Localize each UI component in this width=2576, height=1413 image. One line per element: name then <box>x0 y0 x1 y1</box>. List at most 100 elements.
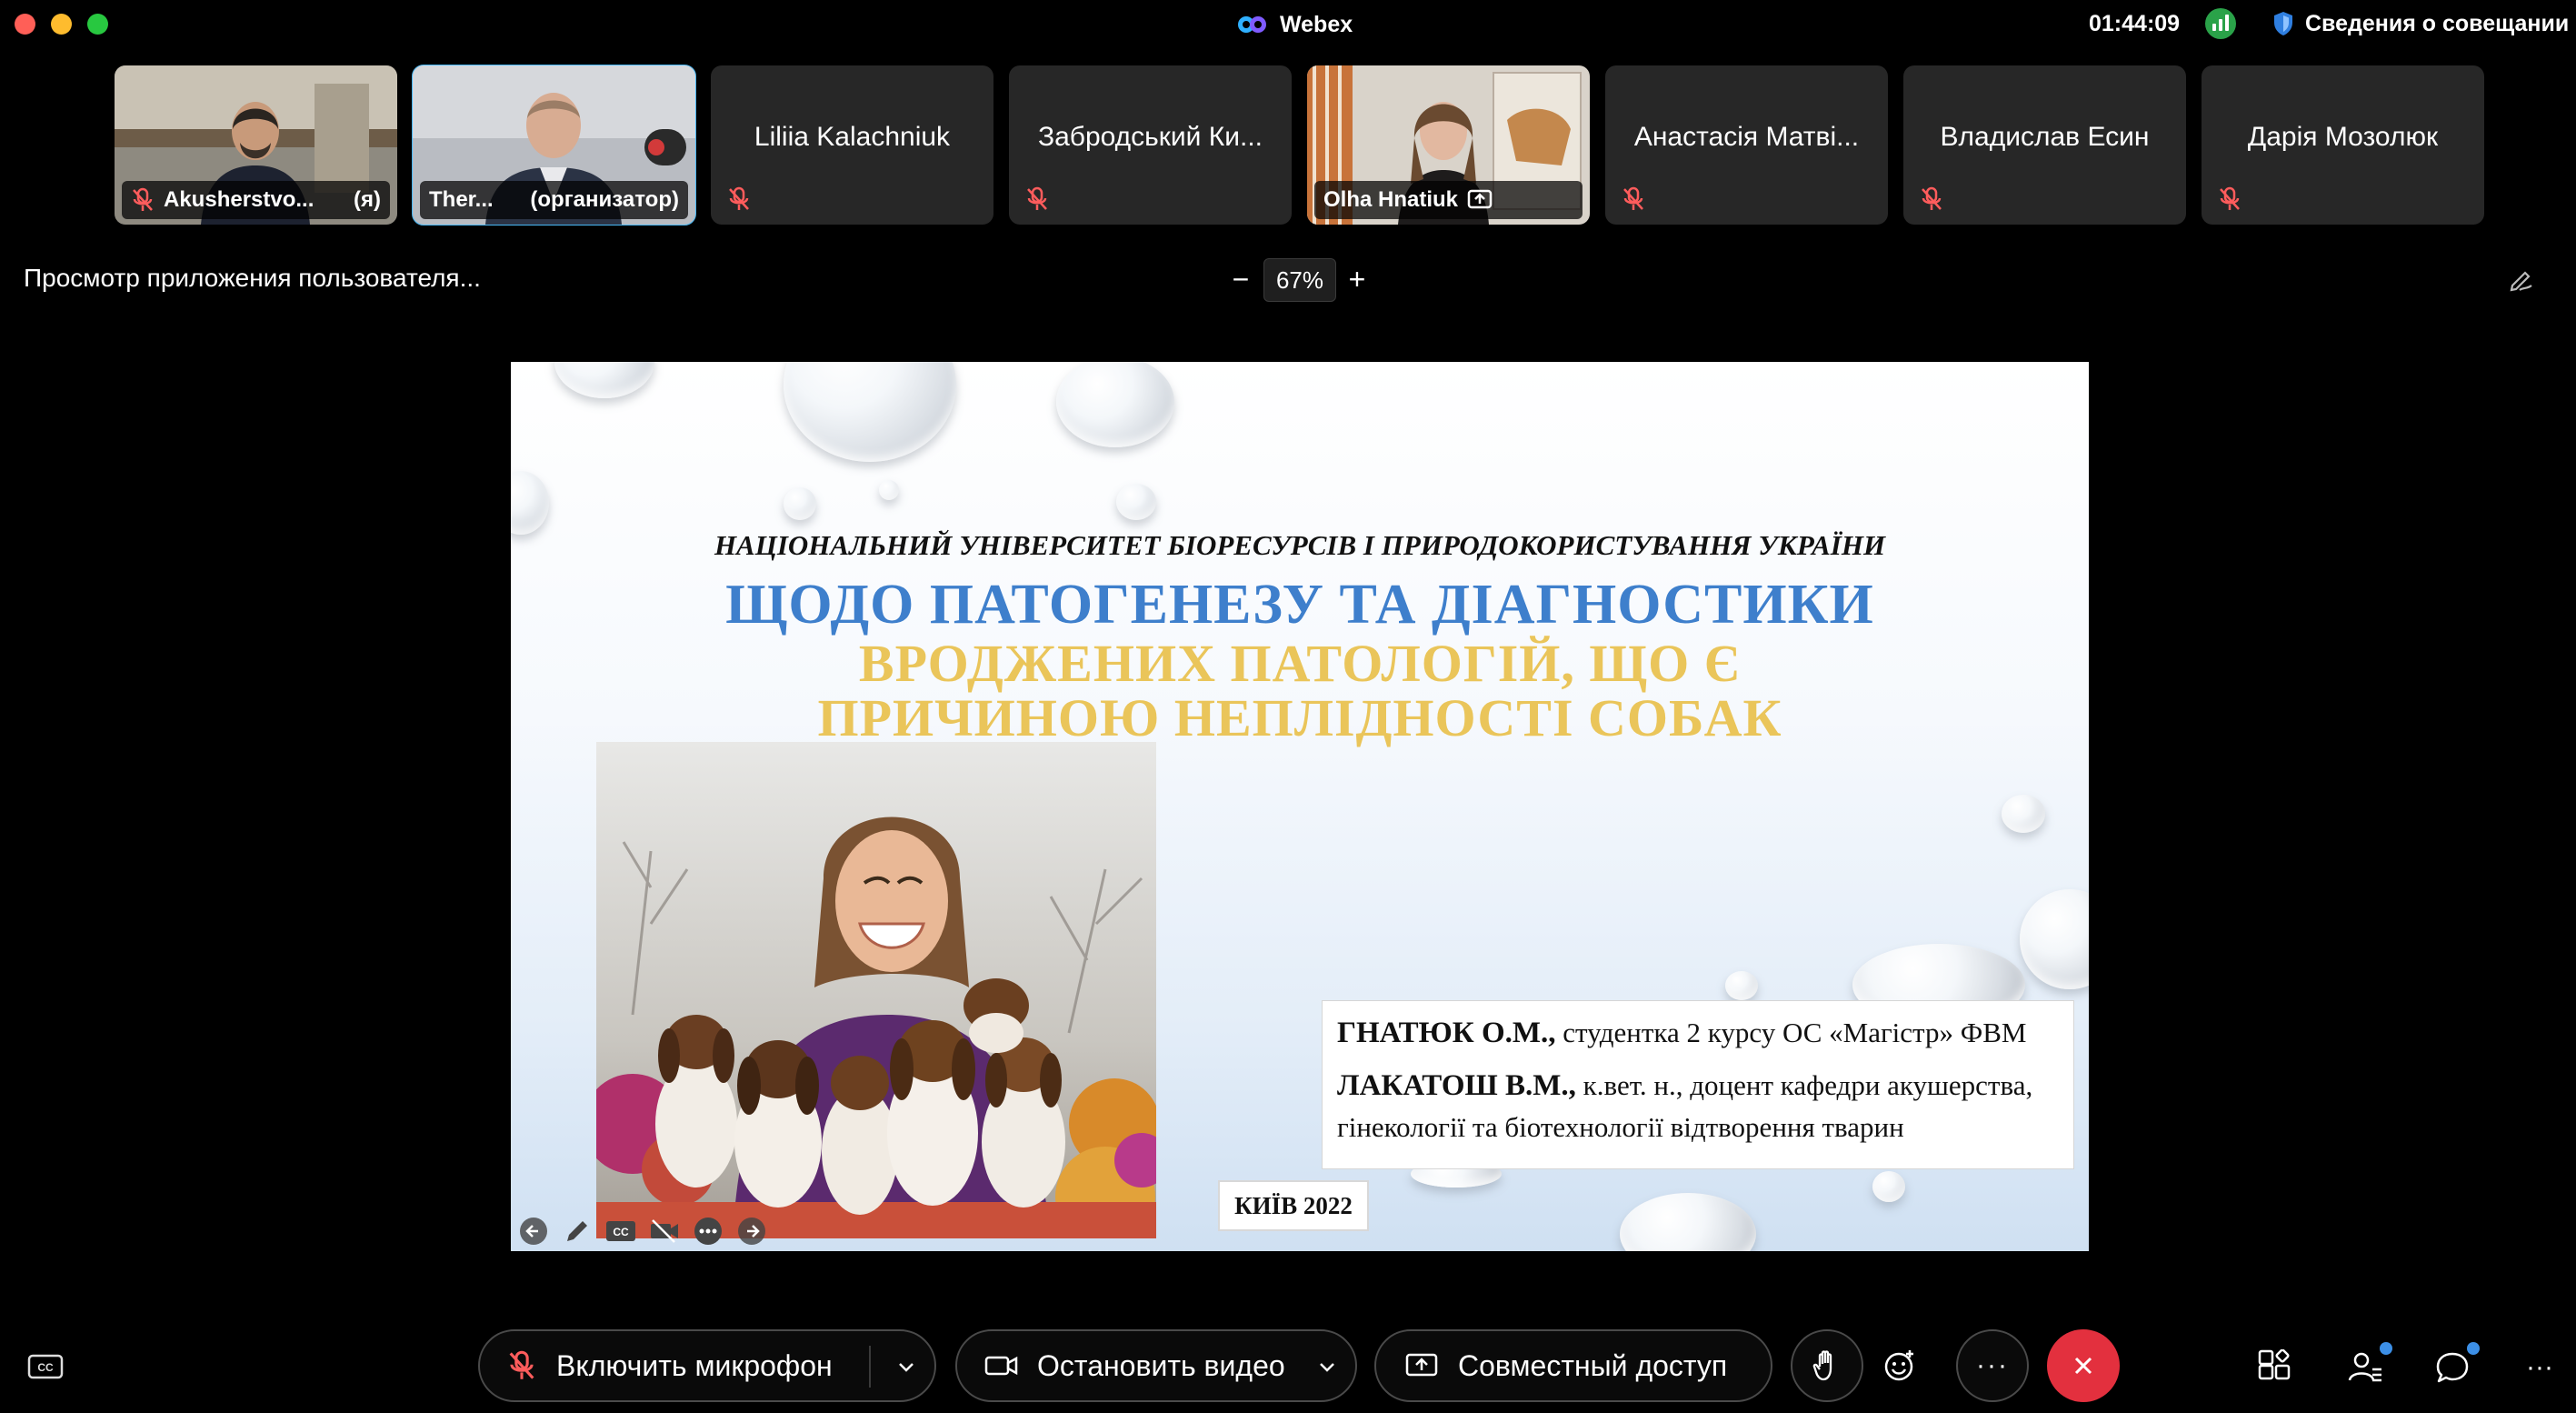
more-panels-button[interactable]: ··· <box>2518 1346 2561 1389</box>
water-drop <box>1116 484 1156 520</box>
smiley-icon <box>1884 1350 1913 1381</box>
zoom-out-button[interactable]: − <box>1225 263 1256 296</box>
participant-tile[interactable]: Liliia Kalachniuk <box>711 65 993 225</box>
participant-name: Liliia Kalachniuk <box>754 122 951 152</box>
people-icon <box>2348 1352 2381 1382</box>
chat-button[interactable] <box>2431 1342 2480 1389</box>
annotate-pen-icon[interactable] <box>2507 266 2534 293</box>
more-options-button[interactable]: ··· <box>1956 1329 2029 1402</box>
meeting-info-button[interactable]: Сведения о совещании <box>2272 7 2569 40</box>
chat-bubble-icon <box>2436 1352 2469 1383</box>
participants-button[interactable] <box>2343 1342 2392 1389</box>
close-window-button[interactable] <box>15 14 35 35</box>
svg-text:CC: CC <box>37 1361 54 1374</box>
app-name: Webex <box>1280 11 1353 37</box>
muted-mic-icon <box>509 1350 534 1379</box>
share-content-button[interactable]: Совместный доступ <box>1374 1329 1772 1402</box>
svg-text:CC: CC <box>613 1226 629 1238</box>
share-title: Просмотр приложения пользователя... <box>24 264 481 292</box>
participant-tile[interactable]: Владислав Есин <box>1903 65 2186 225</box>
zoom-level-field[interactable]: 67% <box>1263 258 1336 302</box>
next-slide-button[interactable] <box>734 1215 769 1248</box>
water-drop <box>1056 362 1174 447</box>
muted-mic-icon <box>729 186 749 210</box>
participant-strip: Akusherstvo... (я) Ther... (организатор)… <box>115 65 2484 225</box>
camera-toggle-button[interactable] <box>647 1215 682 1248</box>
window-titlebar: Webex 01:44:09 Сведения о совещании <box>0 0 2576 49</box>
water-drop <box>784 362 956 462</box>
slide-title-line2: ВРОДЖЕНИХ ПАТОЛОГІЙ, ЩО Є <box>858 634 1742 693</box>
pen-tool-button[interactable] <box>560 1215 594 1248</box>
participant-tile[interactable]: Дарія Мозолюк <box>2202 65 2484 225</box>
pill-divider <box>869 1346 871 1388</box>
participant-suffix: (я) <box>354 187 381 212</box>
shared-slide: НАЦІОНАЛЬНИЙ УНІВЕРСИТЕТ БІОРЕСУРСІВ І П… <box>511 362 2089 1251</box>
muted-mic-icon <box>1922 186 1942 210</box>
reactions-button[interactable] <box>1863 1329 1936 1402</box>
muted-mic-icon <box>1027 186 1047 210</box>
leave-meeting-button[interactable] <box>2047 1329 2120 1402</box>
share-screen-icon <box>1405 1353 1438 1377</box>
participant-tile-active[interactable]: Ther... (организатор) <box>412 65 696 225</box>
meeting-clock: 01:44:09 <box>2089 11 2181 36</box>
participant-tile[interactable]: Akusherstvo... (я) <box>115 65 397 225</box>
slide-title-line3: ПРИЧИНОЮ НЕПЛІДНОСТІ СОБАК <box>817 688 1782 747</box>
more-options-icon <box>694 1218 722 1245</box>
shield-icon <box>2274 12 2292 35</box>
apps-button[interactable] <box>2252 1346 2296 1389</box>
previous-slide-button[interactable] <box>516 1215 551 1248</box>
fullscreen-window-button[interactable] <box>87 14 108 35</box>
meeting-info-label: Сведения о совещании <box>2305 10 2570 36</box>
closed-captions-icon[interactable]: CC <box>27 1353 64 1380</box>
muted-mic-icon <box>1623 186 1643 210</box>
chevron-down-icon[interactable] <box>894 1355 918 1378</box>
participant-tile[interactable]: Забродський Ки... <box>1009 65 1292 225</box>
slide-university: НАЦІОНАЛЬНИЙ УНІВЕРСИТЕТ БІОРЕСУРСІВ І П… <box>714 529 1886 561</box>
share-button-label: Совместный доступ <box>1458 1348 1728 1382</box>
water-drop <box>1620 1193 1756 1251</box>
water-drop <box>554 362 654 398</box>
participant-namebar: Olha Hnatiuk <box>1314 181 1583 219</box>
network-signal-icon[interactable] <box>2205 8 2236 39</box>
author1-role: студентка 2 курсу ОС «Магістр» ФВМ <box>1555 1017 2027 1048</box>
water-drop <box>1872 1171 1905 1202</box>
apps-icon <box>2258 1349 2291 1380</box>
webex-logo-icon <box>1238 13 1267 36</box>
video-camera-icon <box>984 1356 1018 1376</box>
arrow-right-icon <box>738 1218 765 1245</box>
mic-button-label: Включить микрофон <box>556 1348 833 1382</box>
cc-icon: CC <box>606 1221 635 1241</box>
water-drop <box>2020 889 2089 989</box>
participant-name: Владислав Есин <box>1940 122 2150 152</box>
muted-mic-icon <box>133 187 153 211</box>
video-button-label: Остановить видео <box>1037 1348 1285 1382</box>
subtitles-button[interactable]: CC <box>604 1215 638 1248</box>
author1-name: ГНАТЮК О.М., <box>1337 1017 1556 1049</box>
chevron-down-icon[interactable] <box>1315 1355 1339 1378</box>
app-title: Webex <box>1238 9 1353 40</box>
slide-authors-box: ГНАТЮК О.М., студентка 2 курсу ОС «Магіс… <box>1322 1000 2074 1169</box>
slide-photo-woman-with-puppies <box>596 742 1156 1238</box>
participant-tile[interactable]: Olha Hnatiuk <box>1307 65 1590 225</box>
participant-tile[interactable]: Анастасія Матві... <box>1605 65 1888 225</box>
participant-name: Забродський Ки... <box>1037 122 1263 152</box>
author2-name: ЛАКАТОШ В.М., <box>1337 1069 1576 1102</box>
slide-more-button[interactable] <box>691 1215 725 1248</box>
water-drop <box>511 471 549 535</box>
participant-name: Olha Hnatiuk <box>1323 187 1459 212</box>
zoom-in-button[interactable]: + <box>1342 263 1373 296</box>
unmute-microphone-button[interactable]: Включить микрофон <box>478 1329 936 1402</box>
notification-dot <box>2380 1342 2392 1355</box>
minimize-window-button[interactable] <box>51 14 72 35</box>
participant-suffix: (организатор) <box>530 187 679 212</box>
camera-off-icon <box>651 1219 678 1243</box>
water-drop <box>784 487 816 520</box>
water-drop <box>879 480 899 500</box>
participant-name: Akusherstvo... <box>164 187 315 212</box>
raise-hand-button[interactable] <box>1791 1329 1863 1402</box>
raise-hand-icon <box>1812 1350 1832 1381</box>
stop-video-button[interactable]: Остановить видео <box>955 1329 1357 1402</box>
slide-title-line1: ЩОДО ПАТОГЕНЕЗУ ТА ДІАГНОСТИКИ <box>725 574 1874 636</box>
participant-name: Дарія Мозолюк <box>2247 122 2439 152</box>
water-drop <box>2002 795 2045 833</box>
